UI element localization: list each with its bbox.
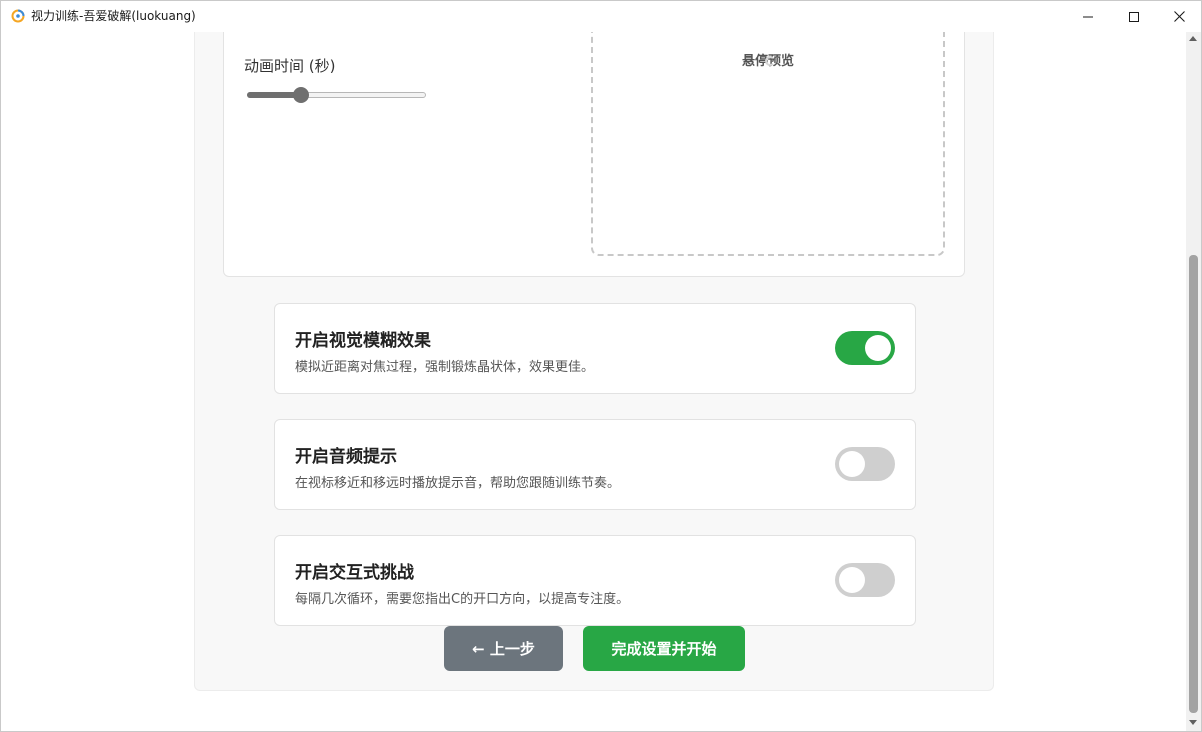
- scrollbar-thumb[interactable]: [1189, 255, 1198, 713]
- minimize-icon: [1083, 16, 1093, 17]
- maximize-icon: [1129, 11, 1139, 22]
- animation-time-slider[interactable]: [247, 87, 427, 103]
- option-description: 模拟近距离对焦过程，强制锻炼晶状体，效果更佳。: [295, 360, 595, 375]
- app-logo-icon: [11, 9, 25, 23]
- slider-thumb[interactable]: [292, 87, 309, 103]
- blur-effect-toggle[interactable]: [835, 331, 895, 365]
- hover-preview-area[interactable]: 悬停预览: [591, 32, 945, 256]
- toggle-knob: [839, 567, 865, 593]
- close-icon: [1173, 11, 1185, 22]
- finish-and-start-button[interactable]: 完成设置并开始: [583, 626, 745, 671]
- option-description: 每隔几次循环，需要您指出C的开口方向，以提高专注度。: [295, 592, 630, 607]
- scroll-up-arrow-icon[interactable]: [1189, 36, 1197, 41]
- main-content: 动画时间 (秒) 悬停预览 开启视觉模糊效果 模拟近距离对焦过程，强制锻炼晶状体…: [1, 32, 1187, 731]
- option-title: 开启音频提示: [295, 447, 397, 467]
- audio-hint-toggle[interactable]: [835, 447, 895, 481]
- option-card-blur: 开启视觉模糊效果 模拟近距离对焦过程，强制锻炼晶状体，效果更佳。: [274, 303, 916, 394]
- title-bar: 视力训练-吾爱破解(luokuang): [1, 1, 1201, 32]
- back-button[interactable]: ← 上一步: [444, 626, 563, 671]
- animation-time-label: 动画时间 (秒): [244, 57, 336, 75]
- maximize-button[interactable]: [1111, 1, 1157, 32]
- interactive-challenge-toggle[interactable]: [835, 563, 895, 597]
- loading-spinner-icon: [765, 56, 775, 66]
- minimize-button[interactable]: [1065, 1, 1111, 32]
- window-title: 视力训练-吾爱破解(luokuang): [31, 9, 196, 23]
- toggle-knob: [865, 335, 891, 361]
- scroll-down-arrow-icon[interactable]: [1189, 720, 1197, 725]
- option-title: 开启交互式挑战: [295, 563, 414, 583]
- option-card-audio: 开启音频提示 在视标移近和移远时播放提示音，帮助您跟随训练节奏。: [274, 419, 916, 510]
- option-card-challenge: 开启交互式挑战 每隔几次循环，需要您指出C的开口方向，以提高专注度。: [274, 535, 916, 626]
- app-window: 视力训练-吾爱破解(luokuang) 动画时间 (秒) 悬停预览 开启视觉模糊…: [0, 0, 1202, 732]
- toggle-knob: [839, 451, 865, 477]
- vertical-scrollbar[interactable]: [1186, 32, 1201, 731]
- option-description: 在视标移近和移远时播放提示音，帮助您跟随训练节奏。: [295, 476, 621, 491]
- option-title: 开启视觉模糊效果: [295, 331, 431, 351]
- close-button[interactable]: [1156, 1, 1201, 32]
